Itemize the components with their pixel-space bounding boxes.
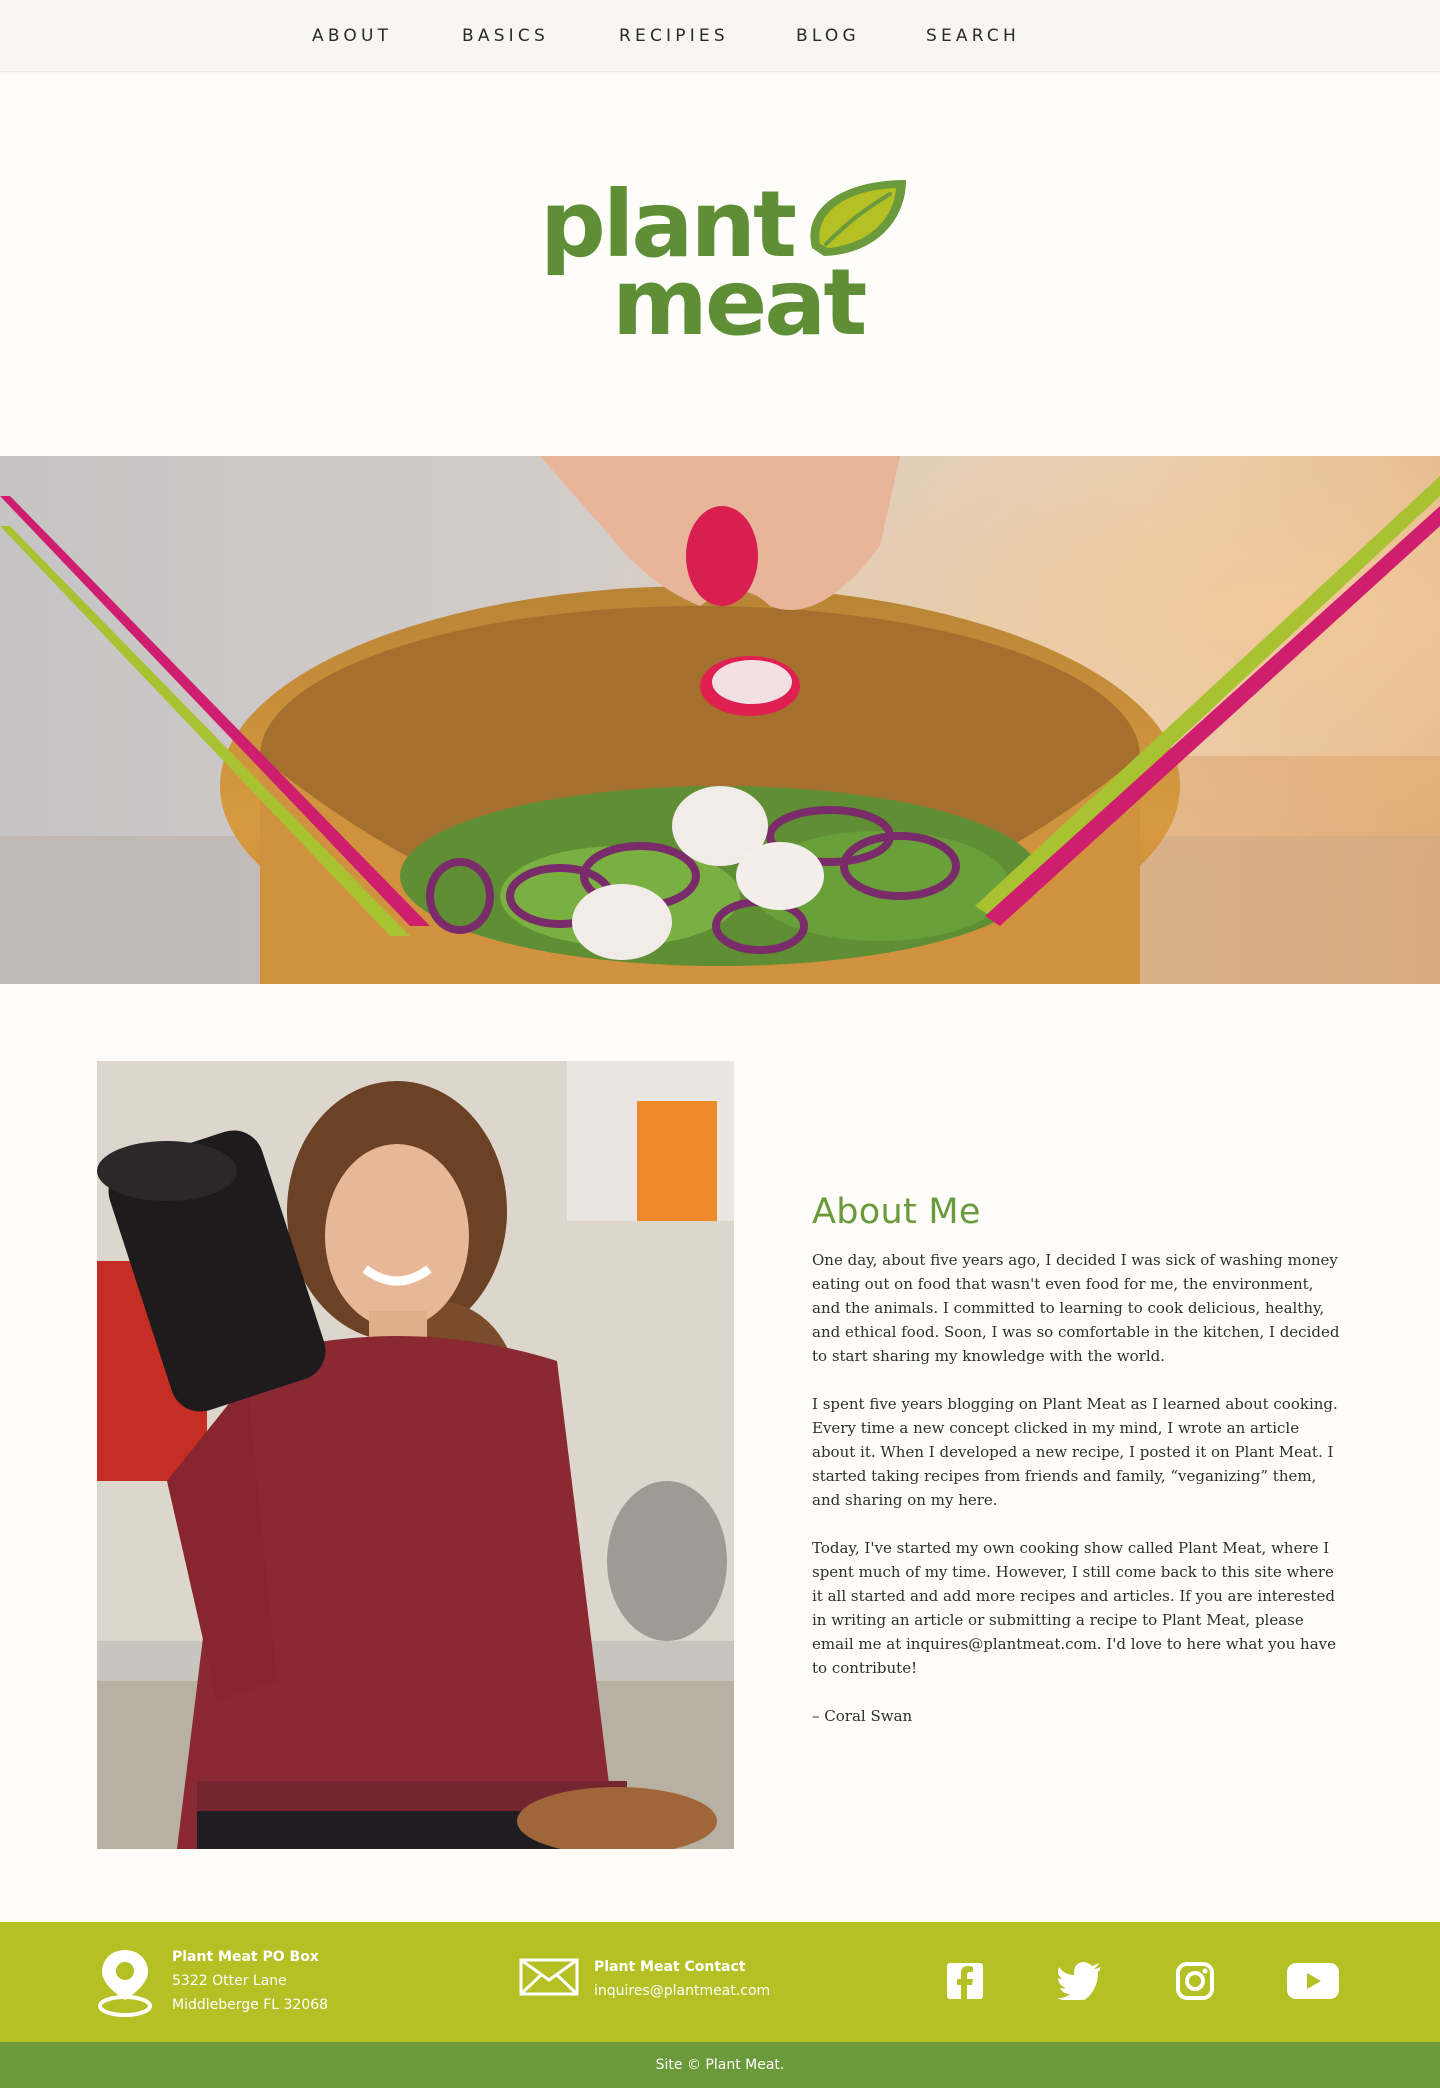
- nav-about[interactable]: ABOUT: [312, 26, 392, 46]
- main-nav: ABOUT BASICS RECIPIES BLOG SEARCH: [0, 0, 1440, 72]
- nav-search[interactable]: SEARCH: [926, 26, 1020, 46]
- portrait-illustration: [97, 1061, 734, 1849]
- about-section: About Me One day, about five years ago, …: [812, 1192, 1342, 1752]
- site-logo[interactable]: plant meat: [540, 170, 920, 356]
- twitter-icon[interactable]: [1057, 1962, 1103, 2000]
- leaf-icon: [810, 180, 906, 256]
- nav-basics[interactable]: BASICS: [462, 26, 549, 46]
- location-pin-icon: [98, 1950, 152, 2017]
- contact-email-link[interactable]: inquires@plantmeat.com: [594, 1983, 770, 1999]
- about-paragraph-2: I spent five years blogging on Plant Mea…: [812, 1395, 1338, 1509]
- about-paragraph-3: Today, I've started my own cooking show …: [812, 1539, 1337, 1677]
- salad-bowl-illustration: [0, 456, 1440, 984]
- instagram-icon[interactable]: [1175, 1961, 1215, 2001]
- site-footer: Plant Meat PO Box 5322 Otter Lane Middle…: [0, 1922, 1440, 2042]
- mail-icon: [519, 1958, 579, 1996]
- nav-blog[interactable]: BLOG: [796, 26, 860, 46]
- nav-recipies[interactable]: RECIPIES: [619, 26, 729, 46]
- about-title: About Me: [812, 1192, 981, 1232]
- facebook-icon[interactable]: [945, 1961, 985, 2001]
- about-signature: – Coral Swan: [812, 1707, 913, 1725]
- about-paragraph-1: One day, about five years ago, I decided…: [812, 1251, 1340, 1365]
- plant-meat-logo: plant meat: [540, 171, 906, 356]
- portrait-photo: [97, 1061, 734, 1849]
- logo-word-meat: meat: [612, 249, 865, 350]
- hero-salad-image: [0, 456, 1440, 984]
- address-line-1: 5322 Otter Lane: [172, 1973, 287, 1989]
- copyright-bar: Site © Plant Meat.: [0, 2042, 1440, 2088]
- address-line-2: Middleberge FL 32068: [172, 1997, 329, 2013]
- footer-contact: Plant Meat Contact inquires@plantmeat.co…: [594, 1955, 770, 2003]
- footer-address: Plant Meat PO Box 5322 Otter Lane Middle…: [172, 1945, 328, 2017]
- contact-title: Plant Meat Contact: [594, 1959, 746, 1975]
- address-title: Plant Meat PO Box: [172, 1949, 319, 1965]
- youtube-icon[interactable]: [1287, 1961, 1339, 2001]
